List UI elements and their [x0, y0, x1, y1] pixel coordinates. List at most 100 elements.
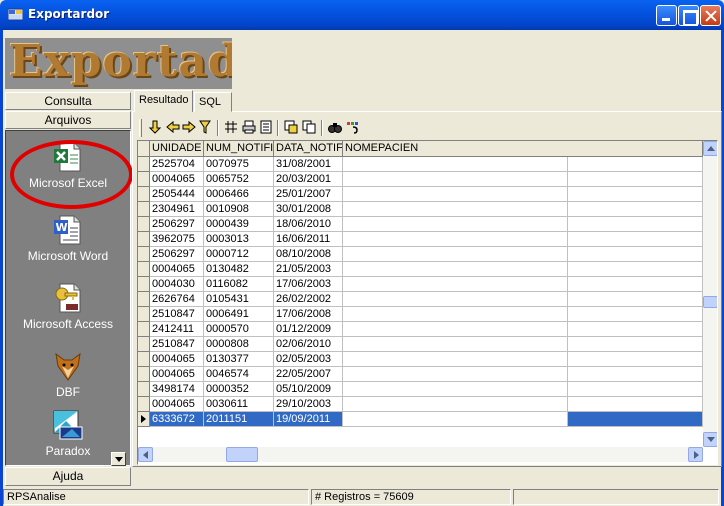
export-icon[interactable] — [283, 119, 299, 135]
table-cell[interactable]: 20/03/2001 — [274, 172, 343, 187]
table-row[interactable]: 2510847 0006491 17/06/2008 — [138, 307, 703, 322]
prev-record-icon[interactable] — [165, 119, 181, 135]
arquivos-header[interactable]: Arquivos — [5, 111, 131, 129]
table-cell[interactable] — [343, 412, 568, 427]
copy-icon[interactable] — [301, 119, 317, 135]
table-cell[interactable] — [343, 322, 568, 337]
table-cell[interactable]: 17/06/2003 — [274, 277, 343, 292]
table-cell[interactable]: 2626764 — [150, 292, 204, 307]
table-cell[interactable]: 0000808 — [204, 337, 274, 352]
close-button[interactable] — [700, 5, 721, 26]
table-cell[interactable] — [343, 397, 568, 412]
table-cell[interactable]: 29/10/2003 — [274, 397, 343, 412]
table-cell[interactable]: 01/12/2009 — [274, 322, 343, 337]
export-excel-item[interactable]: Microsof Excel — [6, 141, 130, 190]
table-cell[interactable]: 16/06/2011 — [274, 232, 343, 247]
table-cell[interactable]: 25/01/2007 — [274, 187, 343, 202]
table-cell[interactable]: 0006466 — [204, 187, 274, 202]
table-cell[interactable] — [343, 277, 568, 292]
minimize-button[interactable] — [656, 5, 677, 26]
export-access-item[interactable]: Microsoft Access — [6, 282, 130, 331]
table-row[interactable]: 2510847 0000808 02/06/2010 — [138, 337, 703, 352]
column-header[interactable]: DATA_NOTIF — [274, 141, 343, 157]
table-cell[interactable] — [343, 292, 568, 307]
color-icon[interactable] — [345, 119, 361, 135]
table-cell[interactable]: 2525704 — [150, 157, 204, 172]
maximize-button[interactable] — [678, 5, 699, 26]
horizontal-scroll-thumb[interactable] — [226, 447, 258, 462]
filter-icon[interactable] — [197, 119, 213, 135]
table-cell[interactable] — [568, 382, 703, 397]
next-record-icon[interactable] — [181, 119, 197, 135]
table-cell[interactable]: 19/09/2011 — [274, 412, 343, 427]
table-cell[interactable] — [343, 247, 568, 262]
consulta-header[interactable]: Consulta — [5, 92, 131, 110]
table-row[interactable]: 2505444 0006466 25/01/2007 — [138, 187, 703, 202]
table-row[interactable]: 2304961 0010908 30/01/2008 — [138, 202, 703, 217]
table-row[interactable]: 2506297 0000712 08/10/2008 — [138, 247, 703, 262]
table-cell[interactable]: 0030611 — [204, 397, 274, 412]
table-cell[interactable]: 0065752 — [204, 172, 274, 187]
table-cell[interactable] — [343, 157, 568, 172]
table-cell[interactable] — [568, 412, 703, 427]
table-cell[interactable]: 0105431 — [204, 292, 274, 307]
table-cell[interactable] — [343, 262, 568, 277]
table-cell[interactable]: 0000439 — [204, 217, 274, 232]
table-cell[interactable] — [568, 322, 703, 337]
table-cell[interactable]: 30/01/2008 — [274, 202, 343, 217]
table-cell[interactable] — [568, 307, 703, 322]
table-cell[interactable]: 02/06/2010 — [274, 337, 343, 352]
table-cell[interactable]: 0004030 — [150, 277, 204, 292]
table-row[interactable]: 2525704 0070975 31/08/2001 — [138, 157, 703, 172]
table-cell[interactable]: 0000570 — [204, 322, 274, 337]
panel-scroll-down-button[interactable] — [111, 452, 126, 466]
grid-icon[interactable] — [223, 119, 239, 135]
table-cell[interactable] — [568, 247, 703, 262]
table-cell[interactable] — [568, 262, 703, 277]
table-cell[interactable] — [343, 307, 568, 322]
table-cell[interactable]: 0004065 — [150, 262, 204, 277]
table-row[interactable]: 0004065 0065752 20/03/2001 — [138, 172, 703, 187]
table-cell[interactable]: 2506297 — [150, 217, 204, 232]
table-cell[interactable] — [343, 232, 568, 247]
table-cell[interactable]: 0130482 — [204, 262, 274, 277]
table-cell[interactable] — [568, 172, 703, 187]
table-cell[interactable]: 0003013 — [204, 232, 274, 247]
table-cell[interactable]: 0010908 — [204, 202, 274, 217]
vertical-scroll-thumb[interactable] — [703, 296, 717, 308]
table-cell[interactable] — [343, 367, 568, 382]
table-cell[interactable]: 2506297 — [150, 247, 204, 262]
scroll-right-button[interactable] — [688, 447, 703, 462]
table-cell[interactable]: 0070975 — [204, 157, 274, 172]
table-row[interactable]: 0004065 0046574 22/05/2007 — [138, 367, 703, 382]
table-cell[interactable]: 21/05/2003 — [274, 262, 343, 277]
table-cell[interactable]: 0116082 — [204, 277, 274, 292]
table-cell[interactable] — [343, 187, 568, 202]
table-cell[interactable]: 31/08/2001 — [274, 157, 343, 172]
table-cell[interactable] — [568, 337, 703, 352]
table-cell[interactable]: 17/06/2008 — [274, 307, 343, 322]
vertical-scrollbar[interactable] — [703, 141, 717, 447]
table-cell[interactable]: 22/05/2007 — [274, 367, 343, 382]
table-cell[interactable]: 2510847 — [150, 307, 204, 322]
table-cell[interactable]: 2505444 — [150, 187, 204, 202]
table-row[interactable]: 6333672 2011151 19/09/2011 — [138, 412, 703, 427]
table-cell[interactable] — [568, 157, 703, 172]
table-cell[interactable] — [343, 172, 568, 187]
table-cell[interactable] — [343, 217, 568, 232]
results-grid[interactable]: UNIDADE NUM_NOTIFI DATA_NOTIF NOMEPACIEN… — [137, 140, 718, 465]
table-cell[interactable]: 0004065 — [150, 367, 204, 382]
table-cell[interactable]: 18/06/2010 — [274, 217, 343, 232]
table-cell[interactable]: 0000352 — [204, 382, 274, 397]
first-record-icon[interactable] — [147, 119, 163, 135]
tab-sql[interactable]: SQL — [194, 92, 232, 112]
table-row[interactable]: 0004065 0030611 29/10/2003 — [138, 397, 703, 412]
table-cell[interactable] — [568, 277, 703, 292]
table-row[interactable]: 3962075 0003013 16/06/2011 — [138, 232, 703, 247]
table-cell[interactable]: 02/05/2003 — [274, 352, 343, 367]
table-cell[interactable]: 0000712 — [204, 247, 274, 262]
table-cell[interactable]: 2412411 — [150, 322, 204, 337]
table-cell[interactable]: 6333672 — [150, 412, 204, 427]
table-cell[interactable] — [343, 337, 568, 352]
find-icon[interactable] — [327, 119, 343, 135]
